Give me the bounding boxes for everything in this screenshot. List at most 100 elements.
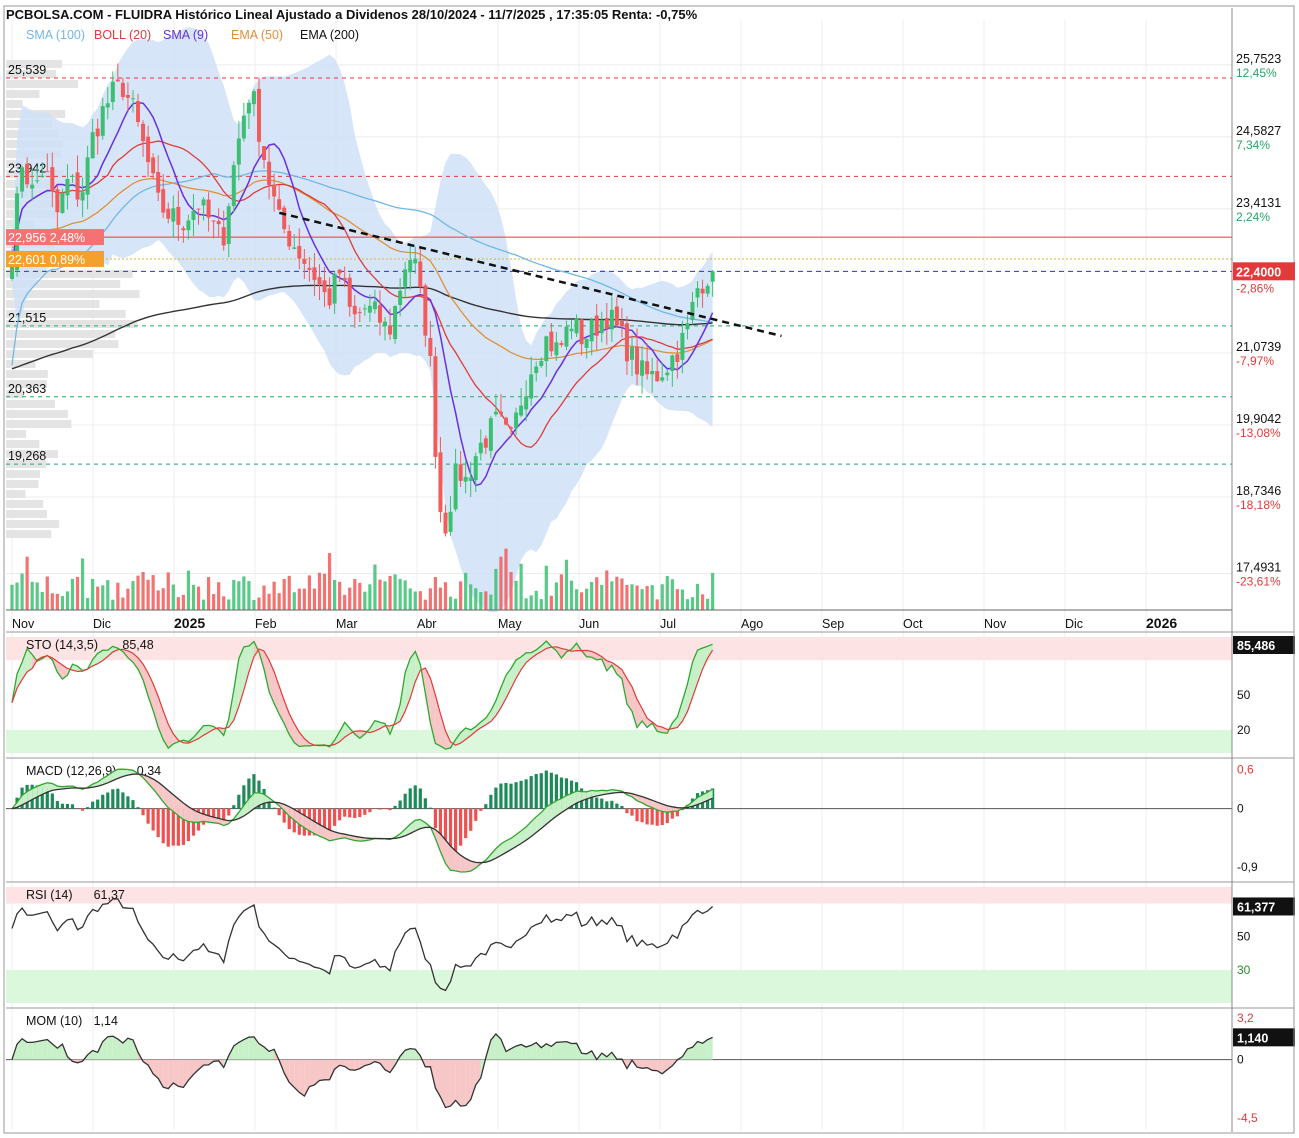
candle-body-67 [347,277,352,307]
volume-bar-6 [40,591,44,610]
volume-bar-26 [141,572,145,610]
panel-0-tick-1: 20 [1237,723,1251,737]
level-label-4: 19,268 [8,449,46,463]
volume-bar-139 [711,572,715,610]
macd-hist-32 [171,808,175,846]
volume-bar-20 [111,599,115,610]
macd-hist-26 [141,808,145,816]
volume-bar-37 [196,586,201,610]
candle-body-48 [251,91,256,105]
macd-hist-17 [96,799,100,809]
volume-bar-1 [15,582,19,610]
volume-bar-34 [181,594,185,610]
volume-bar-94 [484,591,488,610]
macd-hist-19 [106,792,110,809]
volume-bar-63 [327,553,332,610]
candle-body-102 [524,396,529,410]
candle-body-121 [619,320,624,327]
candle-body-68 [352,305,357,315]
volume-bar-79 [408,588,412,610]
mom-fill-7 [42,1039,48,1060]
level-label-0: 25,539 [8,63,46,77]
y-tick-price-4: 19,9042 [1236,412,1281,426]
volume-bar-45 [237,581,241,610]
macd-hist-31 [166,808,170,847]
volume-bar-91 [469,584,473,610]
macd-hist-123 [630,808,634,816]
volume-bar-111 [569,580,574,610]
macd-hist-12 [70,804,75,809]
candle-body-34 [181,228,186,231]
macd-hist-101 [519,780,523,809]
volume-bar-133 [680,589,685,610]
candle-body-45 [236,138,241,165]
profile-bar-38 [6,440,40,448]
candle-body-103 [529,374,534,399]
macd-hist-11 [65,803,70,809]
macd-hist-122 [625,808,629,814]
macd-hist-15 [86,807,90,809]
candle-body-24 [130,98,135,100]
candle-body-87 [448,511,453,532]
volume-bar-2 [20,573,24,610]
mom-fill-33 [173,1059,179,1087]
candle-body-97 [498,411,503,415]
level-label-3: 20,363 [8,382,46,396]
mom-fill-48 [248,1036,254,1060]
candle-body-30 [161,189,166,213]
candle-body-6 [40,175,45,177]
oversold-zone-2 [6,969,1232,1003]
candle-body-92 [473,456,478,481]
candle-body-96 [493,411,498,415]
candle-body-99 [509,427,514,429]
y-tick-price-6: 17,4931 [1236,560,1281,574]
macd-hist-29 [156,808,160,838]
macd-hist-44 [232,805,236,809]
profile-bar-47 [6,530,52,538]
candle-body-16 [90,132,95,159]
volume-bar-11 [65,591,70,610]
volume-bar-83 [428,588,432,610]
candle-body-9 [55,189,60,213]
candle-body-47 [246,102,251,114]
candle-body-12 [70,175,75,177]
volume-bar-100 [514,580,518,610]
candle-body-122 [624,323,629,362]
macd-hist-125 [640,808,644,823]
volume-bar-4 [30,581,34,610]
candle-body-101 [519,405,524,416]
volume-bar-70 [363,591,367,610]
mom-fill-34 [178,1059,184,1088]
candle-body-91 [468,477,473,481]
macd-hist-99 [509,783,513,809]
macd-hist-28 [151,808,155,831]
profile-bar-27 [6,330,116,338]
macd-hist-102 [524,779,528,809]
candle-body-13 [75,172,80,200]
mom-fill-21 [112,1036,118,1060]
mom-fill-101 [516,1044,522,1060]
x-tick-label-7: Jun [579,617,599,631]
volume-bar-132 [675,589,679,610]
volume-bar-44 [232,579,236,610]
candle-body-31 [166,208,171,219]
profile-bar-46 [6,520,60,528]
macd-hist-96 [494,787,498,809]
volume-bar-129 [660,584,664,610]
candle-body-22 [120,82,125,98]
profile-bar-4 [6,100,23,108]
volume-bar-99 [509,571,513,610]
volume-bar-128 [655,599,659,610]
volume-bar-89 [459,581,463,610]
macd-hist-9 [55,801,59,809]
volume-bar-9 [55,593,59,610]
volume-bar-120 [615,576,619,610]
candle-body-42 [221,227,226,246]
volume-bar-19 [106,580,110,610]
volume-bar-65 [338,581,342,610]
volume-bar-110 [564,559,569,610]
candle-body-113 [579,319,584,345]
panel-0-badge-label: 85,486 [1237,639,1275,653]
volume-bar-106 [544,565,548,610]
macd-hist-83 [428,807,432,809]
